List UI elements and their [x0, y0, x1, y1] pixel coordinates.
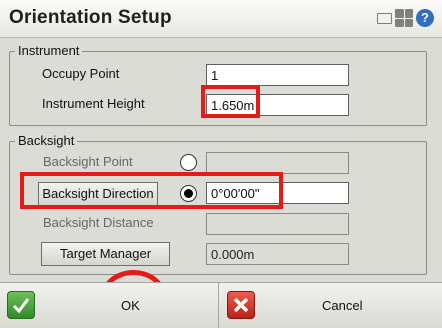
instrument-height-label: Instrument Height: [42, 96, 145, 111]
ok-label: OK: [121, 298, 140, 313]
occupy-point-label: Occupy Point: [42, 66, 120, 81]
checkmark-icon: [7, 291, 35, 319]
backsight-distance-field: [206, 213, 349, 235]
cancel-button[interactable]: Cancel: [219, 283, 442, 328]
backsight-direction-button[interactable]: Backsight Direction: [38, 182, 158, 206]
window-title: Orientation Setup: [9, 7, 172, 28]
bottom-bar: OK Cancel: [0, 282, 442, 328]
instrument-group: Instrument Occupy Point 1 Instrument Hei…: [9, 43, 427, 126]
backsight-point-label: Backsight Point: [43, 154, 133, 169]
close-icon: [227, 291, 255, 319]
backsight-direction-field[interactable]: 0°00'00": [206, 182, 349, 204]
grid-icon[interactable]: [395, 9, 413, 27]
backsight-group: Backsight Backsight Point Backsight Dire…: [9, 133, 427, 275]
keyboard-icon[interactable]: [377, 12, 392, 24]
occupy-point-field[interactable]: 1: [206, 64, 349, 86]
backsight-direction-radio[interactable]: [180, 185, 197, 202]
backsight-legend: Backsight: [15, 133, 78, 148]
ok-button[interactable]: OK: [0, 283, 219, 328]
instrument-height-field[interactable]: 1.650m: [206, 94, 349, 116]
backsight-distance-label: Backsight Distance: [43, 215, 154, 230]
backsight-point-field: [206, 152, 349, 174]
title-icons: ?: [377, 9, 434, 27]
title-bar: Orientation Setup ?: [0, 0, 442, 38]
target-manager-button[interactable]: Target Manager: [41, 242, 170, 266]
instrument-legend: Instrument: [15, 43, 83, 58]
backsight-point-radio[interactable]: [180, 154, 197, 171]
target-value-field: 0.000m: [206, 243, 349, 265]
cancel-label: Cancel: [322, 298, 363, 313]
help-icon[interactable]: ?: [416, 9, 434, 27]
